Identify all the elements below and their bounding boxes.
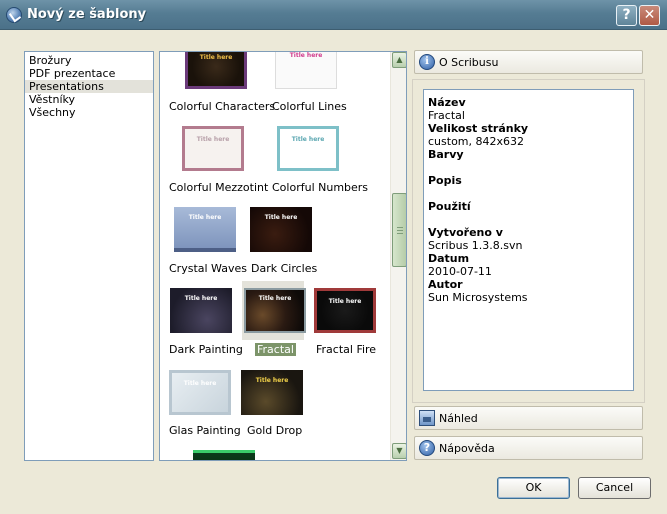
template-thumb-colorful-lines[interactable]: Title here [275,52,337,89]
category-item-brozury[interactable]: Brožury [25,54,153,67]
template-thumb-colorful-numbers[interactable]: Title here [277,126,339,171]
template-icon-view[interactable]: Title here Colorful Characters Title her… [159,51,407,461]
info-date-label: Datum [428,252,470,265]
template-label-colorful-numbers[interactable]: Colorful Numbers [272,181,368,194]
info-name-value: Fractal [428,109,465,122]
scroll-up-button[interactable]: ▲ [392,52,406,68]
template-label-gold-drop[interactable]: Gold Drop [247,424,302,437]
preview-label: Náhled [439,412,478,425]
template-label-dark-painting[interactable]: Dark Painting [169,343,243,356]
template-thumb-glas-painting[interactable]: Title here [169,370,231,415]
preview-button[interactable]: Náhled [414,406,643,430]
template-label-colorful-lines[interactable]: Colorful Lines [272,100,347,113]
template-label-crystal-waves[interactable]: Crystal Waves [169,262,247,275]
image-icon [419,410,435,426]
scroll-thumb[interactable] [392,193,406,267]
title-bar[interactable]: Nový ze šablony ? ✕ [0,0,667,30]
about-scribus-label: O Scribusu [439,56,499,69]
info-size-value: custom, 842x632 [428,135,525,148]
info-date-value: 2010-07-11 [428,265,492,278]
template-info-panel: Název Fractal Velikost stránky custom, 8… [423,89,634,391]
template-thumb-crystal-waves[interactable]: Title here [174,207,236,252]
template-thumb-next[interactable] [193,450,255,460]
info-icon: i [419,54,435,70]
template-thumb-colorful-mezzotint[interactable]: Title here [182,126,244,171]
category-list[interactable]: Brožury PDF prezentace Presentations Věs… [24,51,154,461]
about-scribus-button[interactable]: i O Scribusu [414,50,643,74]
ok-button[interactable]: OK [497,477,570,499]
scroll-down-button[interactable]: ▼ [392,443,406,459]
template-thumb-fractal-fire[interactable]: Title here [314,288,376,333]
template-label-colorful-mezzotint[interactable]: Colorful Mezzotint [169,181,268,194]
info-size-label: Velikost stránky [428,122,529,135]
title-close-button[interactable]: ✕ [639,5,660,26]
template-vertical-scrollbar[interactable]: ▲ ▼ [390,52,406,460]
category-item-vestniky[interactable]: Věstníky [25,93,153,106]
info-created-label: Vytvořeno v [428,226,503,239]
template-label-fractal[interactable]: Fractal [255,343,296,356]
question-icon: ? [419,440,435,456]
template-thumb-gold-drop[interactable]: Title here [241,370,303,415]
info-created-value: Scribus 1.3.8.svn [428,239,523,252]
title-help-button[interactable]: ? [616,5,637,26]
template-thumb-colorful-characters[interactable]: Title here [185,52,247,89]
template-label-glas-painting[interactable]: Glas Painting [169,424,241,437]
cancel-button[interactable]: Cancel [578,477,651,499]
category-item-pdf-prezentace[interactable]: PDF prezentace [25,67,153,80]
scribus-app-icon [6,7,22,23]
template-thumb-fractal[interactable]: Title here [244,288,306,333]
info-name-label: Název [428,96,466,109]
info-author-label: Autor [428,278,463,291]
help-label: Nápověda [439,442,495,455]
info-author-value: Sun Microsystems [428,291,528,304]
help-button[interactable]: ? Nápověda [414,436,643,460]
info-description-label: Popis [428,174,462,187]
info-usage-label: Použití [428,200,471,213]
template-thumb-dark-circles[interactable]: Title here [250,207,312,252]
template-label-fractal-fire[interactable]: Fractal Fire [316,343,376,356]
template-thumb-dark-painting[interactable]: Title here [170,288,232,333]
category-item-presentations[interactable]: Presentations [25,80,153,93]
template-label-dark-circles[interactable]: Dark Circles [251,262,317,275]
window-title: Nový ze šablony [27,7,147,22]
info-colors-label: Barvy [428,148,464,161]
template-label-colorful-characters[interactable]: Colorful Characters [169,100,275,113]
category-item-vsechny[interactable]: Všechny [25,106,153,119]
